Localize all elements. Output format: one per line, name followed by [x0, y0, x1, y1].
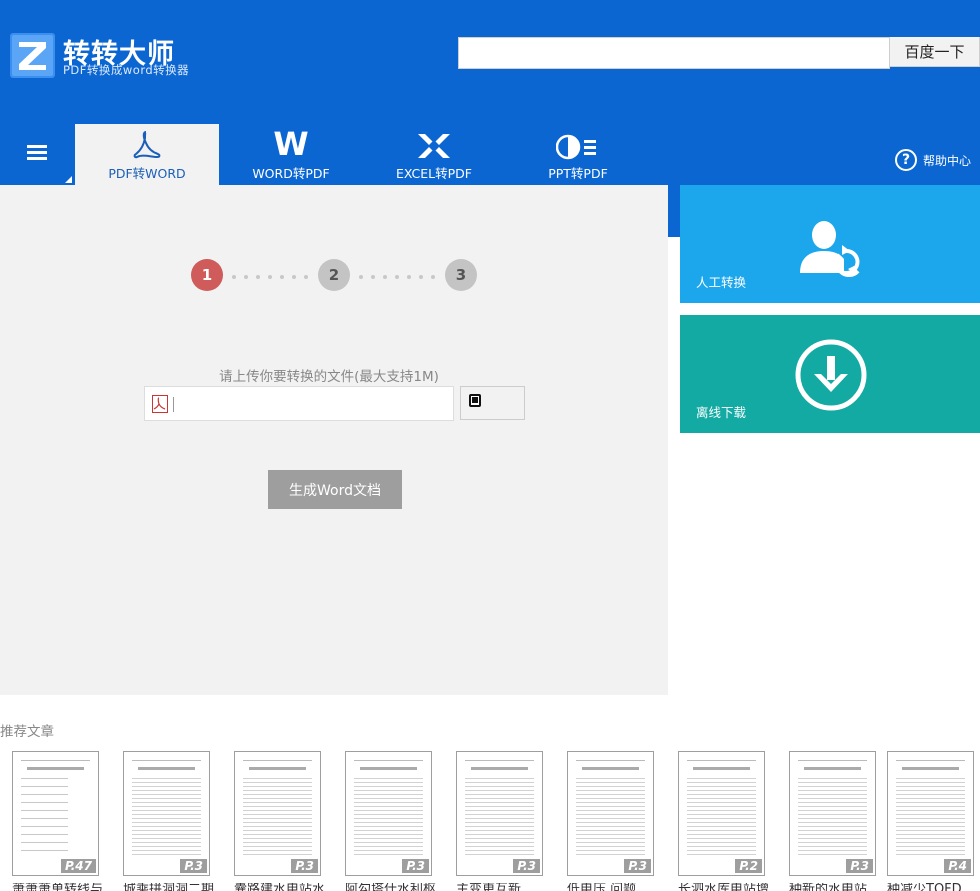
tab-label: EXCEL转PDF [396, 166, 472, 181]
tab-label: PDF转WORD [108, 166, 186, 181]
search-input[interactable] [458, 37, 890, 69]
header: 转转大师 PDF转换成word转换器 百度一下 PDF转WORD W WORD转… [0, 0, 980, 185]
ppt-icon [556, 134, 596, 160]
doc-page-count: P.3 [846, 859, 873, 873]
logo-icon[interactable] [10, 33, 55, 78]
recommended-doc-thumbnail[interactable]: P.3 [456, 751, 543, 876]
search-button[interactable]: 百度一下 [889, 37, 980, 67]
doc-page-count: P.3 [291, 859, 318, 873]
doc-title-line [360, 767, 417, 770]
recommended-doc-thumbnail[interactable]: P.3 [567, 751, 654, 876]
doc-body-lines [465, 778, 534, 855]
help-label: 帮助中心 [923, 153, 972, 168]
manual-convert-tile[interactable]: 人工转换 [680, 185, 980, 303]
doc-body-lines [354, 778, 423, 855]
doc-page-count: P.47 [61, 859, 96, 873]
recommended-doc-title[interactable]: 城乘拼洞洞二期 [123, 883, 223, 891]
doc-page-count: P.3 [513, 859, 540, 873]
recommended-doc-title[interactable]: 长泗水库电站增 [678, 883, 778, 891]
menu-corner-icon [65, 176, 72, 183]
doc-title-line [249, 767, 306, 770]
recommended-doc-title[interactable]: 主变更互新 [456, 883, 556, 891]
doc-body-lines [687, 778, 756, 855]
doc-body-lines [896, 778, 965, 855]
offline-download-label: 离线下载 [696, 405, 747, 420]
file-picker-icon [469, 394, 481, 407]
step-1: 1 [191, 259, 223, 291]
recommended-doc-title[interactable]: 囊路建水电站水 [234, 883, 334, 891]
step-connector [359, 275, 435, 279]
upload-tip: 请上传你要转换的文件(最大支持1M) [219, 369, 439, 385]
recommended-doc-title[interactable]: 种新的水电站 [789, 883, 889, 891]
menu-icon[interactable] [27, 145, 47, 161]
recommended-doc-title[interactable]: 低电压 问题 [567, 883, 667, 891]
excel-icon [418, 134, 450, 158]
doc-header-line [354, 760, 423, 761]
file-path-field[interactable] [144, 386, 454, 421]
word-icon: W [273, 125, 309, 163]
browse-file-button[interactable] [460, 386, 525, 420]
doc-header-line [576, 760, 645, 761]
recommended-doc-thumbnail[interactable]: P.3 [345, 751, 432, 876]
doc-title-line [471, 767, 528, 770]
recommended-doc-title[interactable]: 萧萧萧单转线与 [12, 883, 112, 891]
doc-page-count: P.3 [402, 859, 429, 873]
brand-subtitle: PDF转换成word转换器 [63, 63, 190, 77]
manual-convert-label: 人工转换 [696, 275, 747, 290]
doc-body-lines [21, 778, 68, 855]
recommended-doc-thumbnail[interactable]: P.47 [12, 751, 99, 876]
step-2: 2 [318, 259, 350, 291]
doc-title-line [902, 767, 959, 770]
doc-title-line [582, 767, 639, 770]
pdf-file-icon [152, 395, 168, 413]
doc-header-line [687, 760, 756, 761]
step-connector [232, 275, 308, 279]
text-caret [173, 397, 174, 412]
converter-panel: 1 2 3 请上传你要转换的文件(最大支持1M) 生成Word文档 [0, 185, 668, 695]
doc-header-line [243, 760, 312, 761]
recommended-doc-thumbnail[interactable]: P.3 [234, 751, 321, 876]
tab-pdf-to-word[interactable]: PDF转WORD [75, 124, 219, 185]
tab-word-to-pdf[interactable]: W WORD转PDF [219, 124, 363, 185]
doc-title-line [138, 767, 195, 770]
doc-page-count: P.3 [180, 859, 207, 873]
recommended-doc-thumbnail[interactable]: P.3 [123, 751, 210, 876]
pdf-icon [133, 131, 161, 159]
doc-header-line [896, 760, 965, 761]
recommended-doc-title[interactable]: 种减少TOFD [887, 883, 980, 891]
recommended-doc-thumbnail[interactable]: P.4 [887, 751, 974, 876]
doc-page-count: P.3 [624, 859, 651, 873]
recommended-title: 推荐文章 [0, 724, 54, 740]
generate-word-button[interactable]: 生成Word文档 [268, 470, 402, 509]
tab-ppt-to-pdf[interactable]: PPT转PDF [506, 124, 650, 185]
recommended-doc-title[interactable]: 阿勾塔什水利枢 [345, 883, 445, 891]
recommended-doc-thumbnail[interactable]: P.3 [789, 751, 876, 876]
header-extension [668, 185, 680, 237]
doc-title-line [804, 767, 861, 770]
tab-excel-to-pdf[interactable]: EXCEL转PDF [362, 124, 506, 185]
doc-header-line [21, 760, 90, 761]
doc-page-count: P.2 [735, 859, 762, 873]
user-refresh-icon [800, 221, 860, 277]
help-icon: ? [895, 149, 917, 171]
doc-body-lines [132, 778, 201, 855]
doc-header-line [465, 760, 534, 761]
doc-header-line [132, 760, 201, 761]
offline-download-tile[interactable]: 离线下载 [680, 315, 980, 433]
tab-label: WORD转PDF [252, 166, 330, 181]
help-center-link[interactable]: ? 帮助中心 [895, 149, 971, 171]
tab-label: PPT转PDF [548, 166, 608, 181]
doc-body-lines [798, 778, 867, 855]
doc-header-line [798, 760, 867, 761]
doc-title-line [27, 767, 84, 770]
doc-body-lines [243, 778, 312, 855]
doc-body-lines [576, 778, 645, 855]
download-icon [795, 339, 867, 411]
recommended-doc-thumbnail[interactable]: P.2 [678, 751, 765, 876]
doc-title-line [693, 767, 750, 770]
step-3: 3 [445, 259, 477, 291]
doc-page-count: P.4 [944, 859, 971, 873]
